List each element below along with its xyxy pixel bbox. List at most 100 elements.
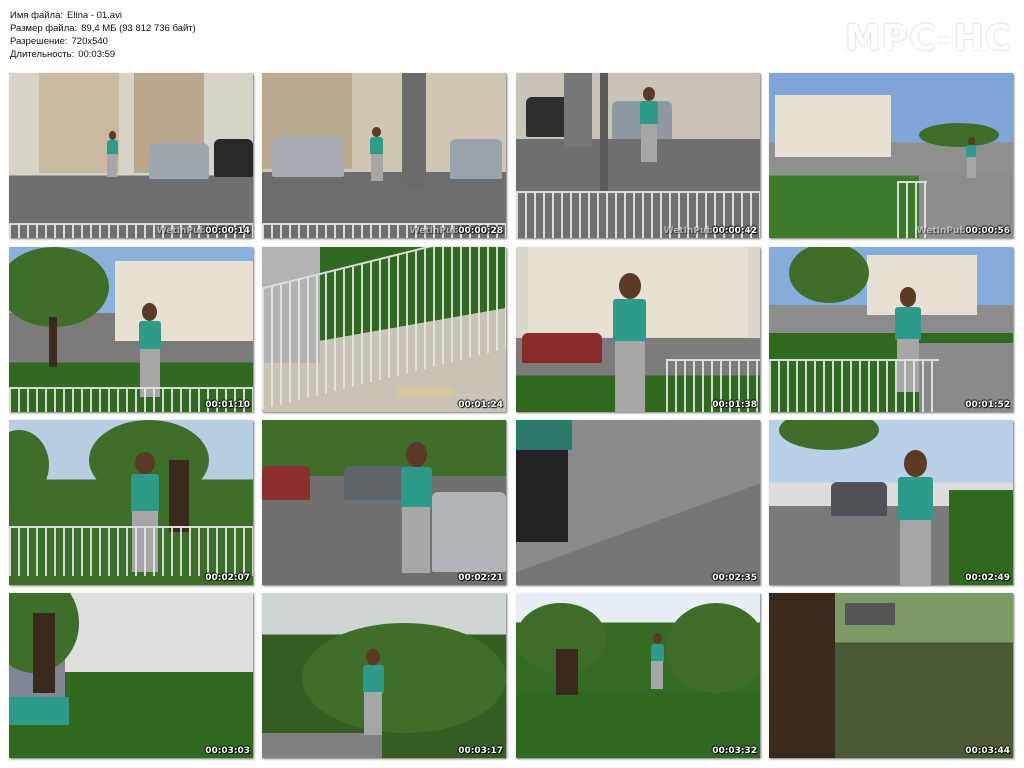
figure-top xyxy=(898,476,933,523)
resolution-value: 720x540 xyxy=(71,36,108,47)
video-thumbnail: WetInPubl 00:00:28 xyxy=(262,73,506,238)
timestamp-label: 00:01:10 xyxy=(205,400,250,410)
car xyxy=(450,139,502,179)
thumbnail-image xyxy=(769,247,1013,412)
figure-head xyxy=(142,303,158,321)
watermark-text: WetInPubl xyxy=(409,226,462,236)
thumbnail-image xyxy=(769,593,1013,758)
fence xyxy=(769,359,939,412)
woman-figure xyxy=(634,87,664,167)
video-thumbnail: 00:03:44 xyxy=(769,593,1013,758)
thumbnail-image xyxy=(9,247,253,412)
woman-figure xyxy=(390,442,443,582)
timestamp-label: 00:01:38 xyxy=(712,400,757,410)
crouching-woman xyxy=(356,649,391,741)
video-thumbnail: 00:01:52 xyxy=(769,247,1013,412)
watermark-text: WetInPubl xyxy=(663,226,716,236)
mpc-hc-logo: MPC-HC xyxy=(845,18,1012,59)
duration-row: Длительность: 00:03:59 xyxy=(10,48,196,61)
lamp-post xyxy=(564,73,592,147)
thumbnail-grid: WetInPubl 00:00:14 WetInPubl 00:00:28 WetInP… xyxy=(9,73,1015,759)
figure-legs xyxy=(402,506,431,574)
figure-legs xyxy=(614,341,645,412)
woman-figure xyxy=(963,137,980,181)
duration-label: Длительность: xyxy=(10,49,75,60)
video-thumbnail: 00:03:32 xyxy=(516,593,760,758)
thumbnail-image xyxy=(769,420,1013,585)
figure-head xyxy=(967,137,975,145)
car xyxy=(262,466,310,500)
car xyxy=(149,143,209,179)
timestamp-label: 00:00:28 xyxy=(458,226,503,236)
watermark-text: WetInPubl xyxy=(916,226,969,236)
figure-legs xyxy=(641,124,657,162)
timestamp-label: 00:02:07 xyxy=(205,573,250,583)
tree-trunk xyxy=(169,460,189,532)
file-info-panel: Имя файла: Elina - 01.avi Размер файла: … xyxy=(10,9,196,61)
tree-trunk xyxy=(556,649,578,695)
figure-top xyxy=(966,144,977,158)
resolution-row: Разрешение: 720x540 xyxy=(10,35,196,48)
shirt xyxy=(9,697,69,725)
fence xyxy=(9,526,253,576)
video-thumbnail: 00:02:07 xyxy=(9,420,253,585)
figure-legs xyxy=(651,660,664,690)
video-thumbnail: WetInPubl 00:00:14 xyxy=(9,73,253,238)
timestamp-label: 00:03:17 xyxy=(458,746,503,756)
timestamp-label: 00:00:14 xyxy=(205,226,250,236)
figure-legs xyxy=(364,691,383,736)
hedge xyxy=(949,490,1013,585)
figure-top xyxy=(106,139,118,155)
tree xyxy=(666,603,760,693)
car xyxy=(522,333,602,363)
figure-head xyxy=(366,649,381,666)
tree-line xyxy=(919,123,999,147)
tree-trunk xyxy=(769,593,835,758)
thumbnail-image xyxy=(769,73,1013,238)
timestamp-label: 00:02:35 xyxy=(712,573,757,583)
thumbnail-image xyxy=(262,73,506,238)
watermark-text: WetInPubl xyxy=(156,226,209,236)
figure-head xyxy=(899,287,917,307)
woman-figure xyxy=(366,127,388,185)
video-thumbnail: 00:02:49 xyxy=(769,420,1013,585)
figure-head xyxy=(135,452,155,475)
video-thumbnail: 00:03:17 xyxy=(262,593,506,758)
timestamp-label: 00:00:56 xyxy=(965,226,1010,236)
figure-top xyxy=(613,298,647,344)
timestamp-label: 00:01:24 xyxy=(458,400,503,410)
thumbnail-image xyxy=(262,420,506,585)
trousers xyxy=(516,450,568,542)
thumbnail-image xyxy=(9,593,253,758)
timestamp-label: 00:01:52 xyxy=(965,400,1010,410)
timestamp-label: 00:00:42 xyxy=(712,226,757,236)
video-thumbnail: WetInPubl 00:00:42 xyxy=(516,73,760,238)
woman-figure xyxy=(646,633,669,693)
file-size-label: Размер файла: xyxy=(10,23,78,34)
thumbnail-image xyxy=(516,420,760,585)
thumbnail-image xyxy=(516,593,760,758)
pole xyxy=(600,73,608,193)
thumbnail-image xyxy=(9,420,253,585)
bush xyxy=(302,623,506,733)
file-size-row: Размер файла: 89,4 МБ (93 812 736 байт) xyxy=(10,22,196,35)
video-thumbnail: 00:02:21 xyxy=(262,420,506,585)
woman-figure xyxy=(602,273,658,412)
figure-legs xyxy=(107,153,118,178)
arch-monument xyxy=(775,95,891,157)
woman-figure xyxy=(887,450,944,585)
thumbnail-image xyxy=(262,247,506,412)
car xyxy=(432,492,506,572)
figure-head xyxy=(405,442,427,467)
figure-head xyxy=(643,87,655,101)
video-thumbnail: 00:01:10 xyxy=(9,247,253,412)
figure-legs xyxy=(900,520,931,585)
file-name-row: Имя файла: Elina - 01.avi xyxy=(10,9,196,22)
tree xyxy=(779,420,879,450)
figure-legs xyxy=(371,153,383,181)
figure-head xyxy=(904,450,927,477)
video-thumbnail: WetInPubl 00:00:56 xyxy=(769,73,1013,238)
figure-top xyxy=(130,474,160,513)
figure-head xyxy=(372,127,382,138)
figure-top xyxy=(640,101,658,125)
